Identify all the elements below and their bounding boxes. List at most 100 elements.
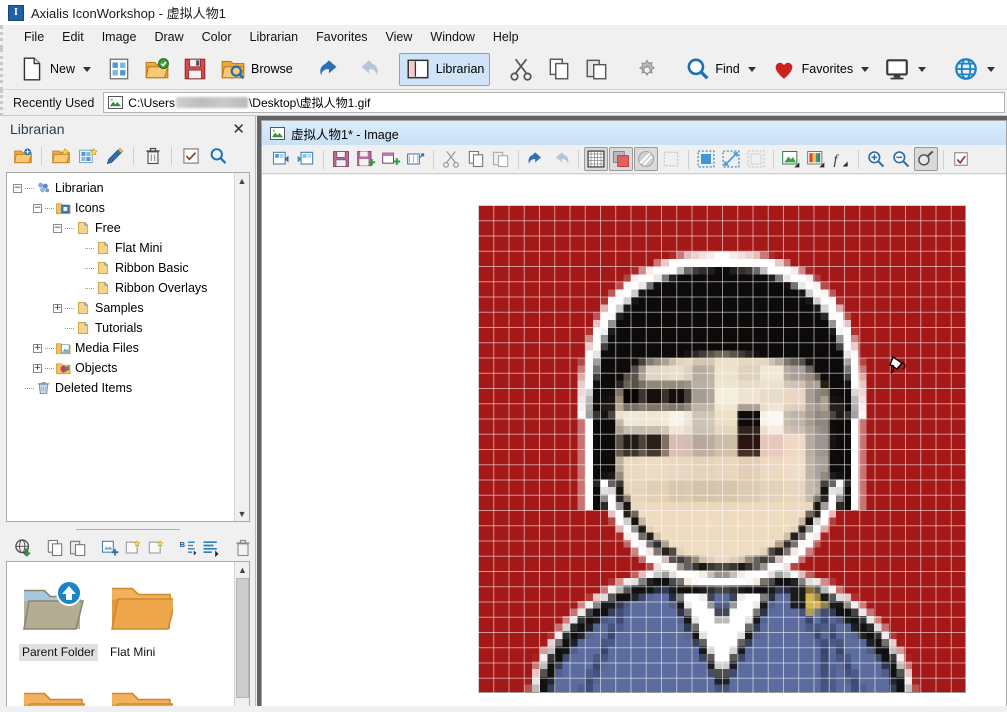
web-button[interactable] (947, 53, 1004, 86)
redo-button[interactable] (349, 53, 387, 86)
document-copy-button[interactable] (464, 147, 488, 171)
collapse-icon[interactable]: − (53, 223, 62, 233)
expand-icon[interactable]: + (33, 363, 42, 373)
scrollbar-thumb[interactable] (236, 578, 249, 698)
scroll-up-icon[interactable]: ▲ (234, 173, 249, 188)
favorites-button[interactable]: Favorites (765, 53, 878, 86)
select-rect-button[interactable] (694, 147, 718, 171)
thumbnail-item[interactable]: Parent Folder (19, 570, 101, 661)
document-redo-button[interactable] (549, 147, 573, 171)
tree-item-ribbon-overlays[interactable]: Ribbon Overlays (13, 278, 249, 298)
tree-item-tutorials[interactable]: Tutorials (13, 318, 249, 338)
menu-item-color[interactable]: Color (193, 27, 241, 47)
magnifier-button[interactable] (914, 147, 938, 171)
browse-button[interactable]: Browse (214, 53, 299, 86)
add-image-format-button[interactable] (379, 147, 403, 171)
zoom-out-button[interactable] (889, 147, 913, 171)
chevron-down-icon[interactable] (918, 66, 927, 72)
select-none-button[interactable] (744, 147, 768, 171)
chevron-down-icon[interactable] (83, 66, 92, 72)
menu-item-window[interactable]: Window (421, 27, 483, 47)
new-icon-library-button[interactable] (75, 144, 100, 168)
tree-item-deleted-items[interactable]: Deleted Items (13, 378, 249, 398)
menu-item-image[interactable]: Image (93, 27, 146, 47)
close-icon[interactable]: ✕ (229, 122, 248, 137)
chevron-down-icon[interactable] (747, 66, 756, 72)
tree-item-icons[interactable]: − Icons (13, 198, 249, 218)
new-icon-from-image-button[interactable] (100, 53, 138, 86)
tree-item-flat-mini[interactable]: Flat Mini (13, 238, 249, 258)
collapse-icon[interactable]: − (33, 203, 42, 213)
download-web-button[interactable] (12, 536, 34, 560)
tree-item-media-files[interactable]: + Media Files (13, 338, 249, 358)
cut-button[interactable] (502, 53, 540, 86)
panel-splitter[interactable] (6, 525, 250, 534)
preferences-button[interactable] (628, 53, 666, 86)
menu-item-draw[interactable]: Draw (145, 27, 192, 47)
delete-button[interactable] (140, 144, 165, 168)
menu-item-edit[interactable]: Edit (53, 27, 93, 47)
menu-item-help[interactable]: Help (484, 27, 528, 47)
new-button[interactable]: New (13, 53, 100, 86)
expand-icon[interactable]: + (53, 303, 62, 313)
resize-image-button[interactable] (404, 147, 428, 171)
select-expand-button[interactable] (719, 147, 743, 171)
browser-paste-button[interactable] (67, 536, 89, 560)
tree-scrollbar[interactable]: ▲ ▼ (234, 173, 249, 521)
librarian-toggle-button[interactable]: Librarian (398, 52, 491, 86)
opacity-toggle-button[interactable] (634, 147, 658, 171)
document-save-button[interactable] (329, 147, 353, 171)
document-undo-button[interactable] (524, 147, 548, 171)
export-image-button[interactable] (294, 147, 318, 171)
tree-item-objects[interactable]: + Objects (13, 358, 249, 378)
select-button[interactable] (178, 144, 203, 168)
selection-marching-button[interactable] (659, 147, 683, 171)
expand-icon[interactable]: + (33, 343, 42, 353)
document-cut-button[interactable] (439, 147, 463, 171)
search-button[interactable] (205, 144, 230, 168)
zoom-in-button[interactable] (864, 147, 888, 171)
tree-item-samples[interactable]: + Samples (13, 298, 249, 318)
scroll-up-icon[interactable]: ▲ (235, 562, 249, 577)
paste-button[interactable] (578, 53, 616, 86)
find-button[interactable]: Find (678, 53, 764, 86)
document-paste-button[interactable] (489, 147, 513, 171)
open-button[interactable] (138, 53, 176, 86)
new-library-button[interactable] (48, 144, 73, 168)
thumbs-scrollbar[interactable]: ▲ ▼ (234, 562, 249, 712)
remove-button[interactable] (145, 536, 167, 560)
save-as-button[interactable] (354, 147, 378, 171)
library-browser[interactable]: Parent FolderFlat MiniRibbon BasicRibbon… (6, 561, 250, 712)
menu-item-view[interactable]: View (377, 27, 422, 47)
screen-capture-button[interactable] (878, 53, 935, 86)
librarian-tree[interactable]: − Librarian − Icons − Free Flat Mini Ribbon Bas… (6, 172, 250, 522)
sort-name-button[interactable]: B (177, 536, 199, 560)
menu-item-file[interactable]: File (15, 27, 53, 47)
undo-button[interactable] (311, 53, 349, 86)
chevron-down-icon[interactable] (861, 66, 870, 72)
tree-item-librarian[interactable]: − Librarian (13, 178, 249, 198)
import-image-button[interactable] (269, 147, 293, 171)
image-canvas[interactable] (478, 205, 966, 693)
chevron-down-icon[interactable] (987, 66, 996, 72)
collapse-icon[interactable]: − (13, 183, 22, 193)
tree-item-free[interactable]: − Free (13, 218, 249, 238)
browser-copy-button[interactable] (44, 536, 66, 560)
path-field[interactable]: C:\Users \Desktop\虚拟人物1.gif (103, 92, 1005, 113)
scroll-down-icon[interactable]: ▼ (234, 506, 249, 521)
menu-item-librarian[interactable]: Librarian (241, 27, 308, 47)
save-button[interactable] (176, 53, 214, 86)
browser-delete-button[interactable] (232, 536, 250, 560)
menu-item-favorites[interactable]: Favorites (307, 27, 376, 47)
transparency-toggle-button[interactable] (609, 147, 633, 171)
effects-button[interactable]: f (829, 147, 853, 171)
color-picker-button[interactable] (804, 147, 828, 171)
sort-list-button[interactable] (200, 536, 222, 560)
add-image-button[interactable] (99, 536, 121, 560)
copy-button[interactable] (540, 53, 578, 86)
gradient-button[interactable] (779, 147, 803, 171)
rename-button[interactable] (102, 144, 127, 168)
extract-button[interactable] (122, 536, 144, 560)
tree-item-ribbon-basic[interactable]: Ribbon Basic (13, 258, 249, 278)
grid-toggle-button[interactable] (584, 147, 608, 171)
